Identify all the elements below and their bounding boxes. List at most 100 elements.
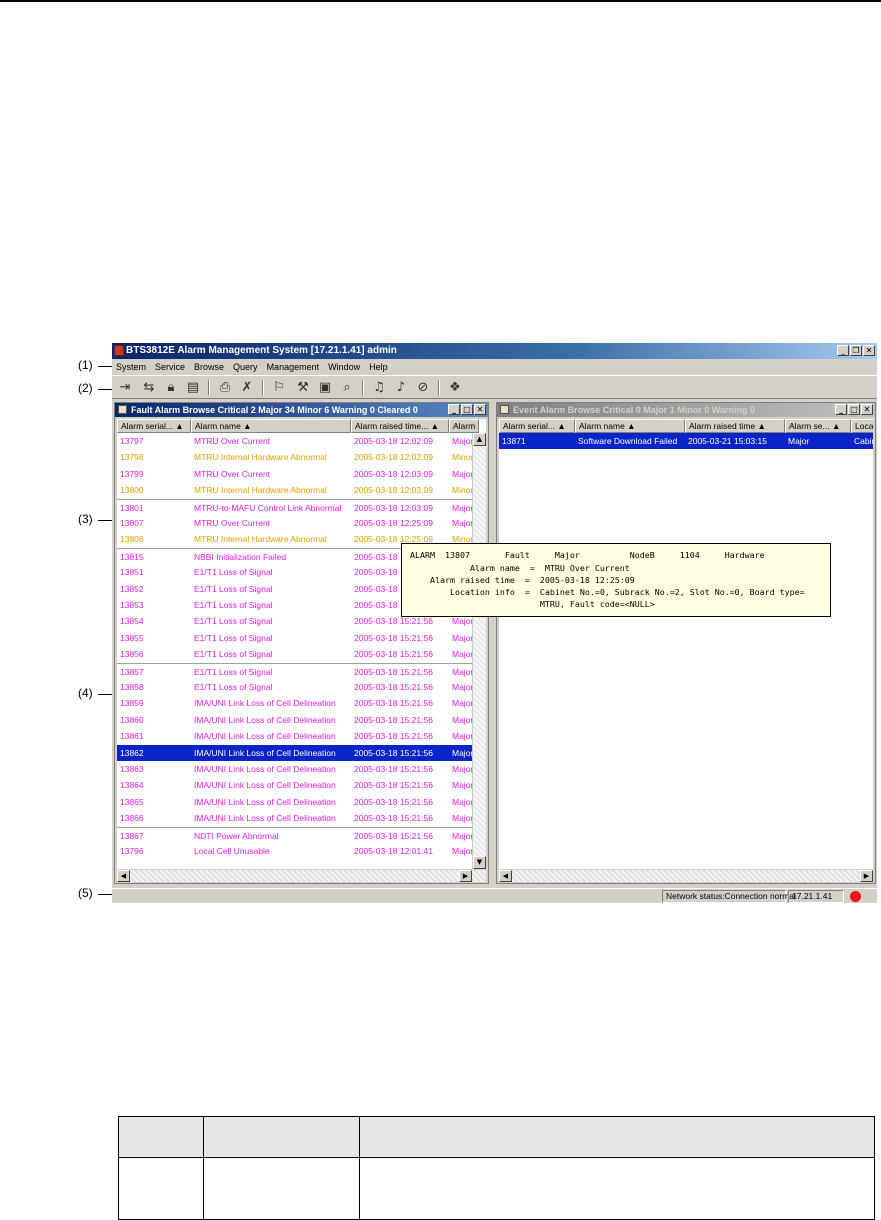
bell-icon[interactable]: ♫	[370, 379, 388, 396]
cell-time: 2005-03-18 12:25:09	[354, 518, 433, 528]
table-row[interactable]: 13862 IMA/UNI Link Loss of Cell Delineati…	[117, 744, 473, 761]
tooltip-line-2: Alarm name = MTRU Over Current	[410, 563, 630, 573]
toolbar-separator	[438, 380, 440, 395]
menu-management[interactable]: Management	[267, 362, 320, 372]
column-alarm-name[interactable]: Alarm name ▲	[575, 419, 685, 433]
swap-user-icon[interactable]: ⇆	[140, 379, 158, 396]
horizontal-scrollbar[interactable]: ◀ ▶	[499, 870, 873, 882]
cell-name: MTRU Over Current	[194, 518, 271, 528]
column-alarm-name[interactable]: Alarm name ▲	[191, 419, 351, 433]
toolbar: ⇥ ⇆ 🔒︎ ▤ ⎙ ✗ ⚐ ⚒ ▣ ⌕ ♫ ♪ ⊘ ❖	[112, 375, 877, 399]
vertical-scrollbar[interactable]: ▲ ▼	[472, 433, 486, 869]
cell-serial: 13864	[120, 780, 144, 791]
scroll-right-button[interactable]: ▶	[459, 870, 472, 882]
table-row[interactable]: 13856 E1/T1 Loss of Signal 2005-03-18 15:2…	[117, 646, 473, 662]
menu-help[interactable]: Help	[369, 362, 388, 372]
table-row[interactable]: 13807 MTRU Over Current 2005-03-18 12:25:0…	[117, 515, 473, 531]
table-row[interactable]: 13798 MTRU Internal Hardware Abnormal 2005…	[117, 449, 473, 465]
cell-serial: 13852	[120, 583, 144, 594]
event-panel-title[interactable]: Event Alarm Browse Critical 0 Major 1 Mi…	[497, 403, 875, 417]
cell-name: E1/T1 Loss of Signal	[194, 632, 273, 643]
table-row[interactable]: 13859 IMA/UNI Link Loss of Cell Delineati…	[117, 695, 473, 711]
menu-system[interactable]: System	[116, 362, 146, 372]
help-book-icon[interactable]: ❖	[446, 379, 464, 396]
table-row[interactable]: 13801 MTRU-to-MAFU Control Link Abnormal 2…	[117, 498, 473, 516]
scroll-left-button[interactable]: ◀	[499, 870, 512, 882]
cell-serial: 13861	[120, 731, 144, 742]
lock-icon[interactable]: 🔒︎	[162, 379, 180, 396]
table-row[interactable]: 13863 IMA/UNI Link Loss of Cell Delineati…	[117, 761, 474, 777]
menu-service[interactable]: Service	[155, 362, 185, 372]
table-cell	[359, 1157, 875, 1220]
panel-minimize-button[interactable]: _	[835, 404, 847, 415]
select-icon[interactable]: ▤	[184, 379, 202, 396]
cell-name: MTRU Internal Hardware Abnormal	[194, 485, 327, 496]
table-row[interactable]: 13864 IMA/UNI Link Loss of Cell Delineati…	[117, 777, 473, 793]
column-alarm-severity[interactable]: Alarm se... ▲	[785, 419, 851, 433]
table-row[interactable]: 13865 IMA/UNI Link Loss of Cell Delineati…	[117, 794, 473, 810]
find-icon[interactable]: ⌕	[338, 379, 356, 396]
cell-time: 2005-03-18 15:21:56	[354, 666, 433, 677]
cell-serial: 13853	[120, 600, 144, 610]
mute-all-icon[interactable]: ⊘	[414, 379, 432, 396]
restore-button[interactable]: ❐	[850, 345, 862, 356]
panel-minimize-button[interactable]: _	[448, 404, 460, 415]
toolbar-separator	[208, 380, 210, 395]
cell-serial: 13859	[120, 698, 144, 709]
table-row[interactable]: 13800 MTRU Internal Hardware Abnormal 2005…	[117, 482, 473, 498]
panel-maximize-button[interactable]: □	[461, 404, 473, 415]
logout-icon[interactable]: ⇥	[116, 379, 134, 396]
tools-icon[interactable]: ⚒	[294, 379, 312, 396]
table-cell	[203, 1157, 360, 1220]
column-alarm-serial[interactable]: Alarm serial... ▲	[117, 419, 191, 433]
window-titlebar[interactable]: BTS3812E Alarm Management System [17.21.…	[112, 343, 877, 359]
table-row[interactable]: 13855 E1/T1 Loss of Signal 2005-03-18 15:2…	[117, 630, 473, 646]
table-row[interactable]: 13867 NDTI Power Abnormal 2005-03-18 15:21…	[117, 826, 473, 844]
print-icon[interactable]: ⎙	[216, 379, 234, 396]
table-row[interactable]: 13858 E1/T1 Loss of Signal 2005-03-18 15:2…	[117, 679, 473, 695]
scroll-left-button[interactable]: ◀	[117, 870, 130, 882]
table-row[interactable]: 13799 MTRU Over Current 2005-03-18 12:03:0…	[117, 466, 473, 482]
menu-window[interactable]: Window	[328, 362, 360, 372]
callout-4: (4)	[78, 686, 93, 700]
minimize-button[interactable]: _	[837, 345, 849, 356]
mute-icon[interactable]: ♪	[392, 379, 410, 396]
cell-serial: 13854	[120, 616, 144, 627]
page-top-rule	[0, 0, 881, 2]
fault-panel-title[interactable]: Fault Alarm Browse Critical 2 Major 34 M…	[115, 403, 488, 417]
panel-close-button[interactable]: ✕	[474, 404, 486, 415]
menu-browse[interactable]: Browse	[194, 362, 224, 372]
print-cancel-icon[interactable]: ✗	[238, 379, 256, 396]
table-row[interactable]: 13797 MTRU Over Current 2005-03-18 12:02:0…	[117, 433, 473, 449]
tooltip-line-1: ALARM 13807 Fault Major NodeB 1104 Hardw…	[410, 550, 765, 560]
table-row[interactable]: 13861 IMA/UNI Link Loss of Cell Delineati…	[117, 728, 473, 744]
column-alarm-raised-time[interactable]: Alarm raised time... ▲	[351, 419, 449, 433]
cell-name: IMA/UNI Link Loss of Cell Delineation	[194, 731, 336, 742]
panel-close-button[interactable]: ✕	[861, 404, 873, 415]
column-location[interactable]: Loca	[851, 419, 873, 433]
table-row[interactable]: 13796 Local Cell Unusable 2005-03-18 12:01…	[117, 843, 473, 859]
column-alarm-serial[interactable]: Alarm serial... ▲	[499, 419, 575, 433]
column-alarm-severity[interactable]: Alarm s	[449, 419, 479, 433]
table-row[interactable]: 13857 E1/T1 Loss of Signal 2005-03-18 15:2…	[117, 662, 473, 680]
horizontal-scrollbar[interactable]: ◀ ▶	[117, 870, 486, 882]
panel-maximize-button[interactable]: □	[848, 404, 860, 415]
scroll-down-button[interactable]: ▼	[473, 856, 486, 869]
cell-name: IMA/UNI Link Loss of Cell Delineation	[194, 813, 336, 824]
cell-severity: Major	[452, 764, 474, 774]
export-icon[interactable]: ▣	[316, 379, 334, 396]
cell-time: 2005-03-18 15:21:56	[354, 813, 433, 824]
menu-query[interactable]: Query	[233, 362, 258, 372]
table-row[interactable]: 13866 IMA/UNI Link Loss of Cell Delineati…	[117, 810, 473, 826]
cell-time: 2005-03-21 15:03:15	[688, 436, 767, 446]
table-row[interactable]: 13860 IMA/UNI Link Loss of Cell Delineati…	[117, 712, 473, 728]
scroll-up-button[interactable]: ▲	[473, 433, 486, 446]
cell-name: IMA/UNI Link Loss of Cell Delineation	[194, 764, 336, 774]
fault-alarm-list: Alarm serial... ▲ Alarm name ▲ Alarm rai…	[117, 419, 486, 869]
scroll-right-button[interactable]: ▶	[860, 870, 873, 882]
table-row[interactable]: 13871 Software Download Failed 2005-03-2…	[499, 433, 873, 450]
column-alarm-raised-time[interactable]: Alarm raised time ▲	[685, 419, 785, 433]
description-table	[118, 1116, 875, 1220]
filter-icon[interactable]: ⚐	[270, 379, 288, 396]
close-button[interactable]: ✕	[863, 345, 875, 356]
